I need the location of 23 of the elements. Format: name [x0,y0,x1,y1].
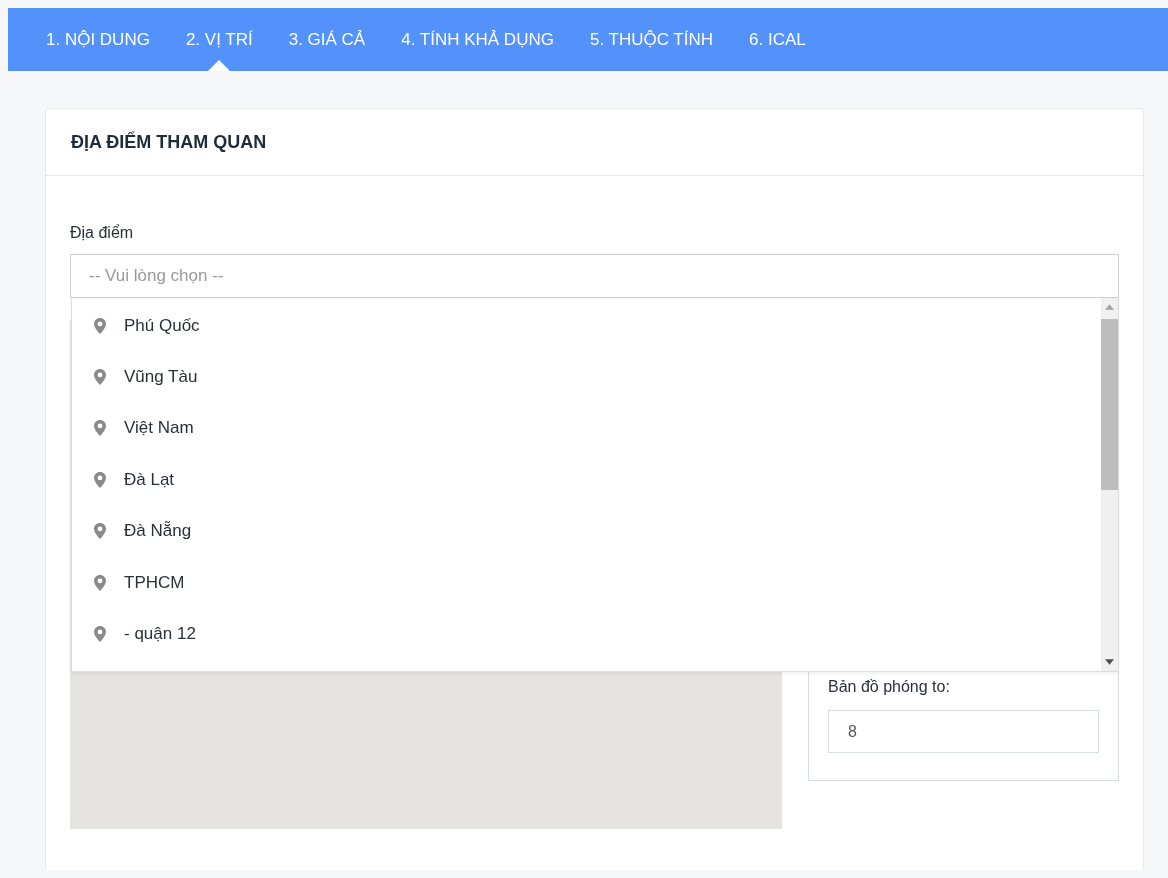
zoom-input-field[interactable]: 8 [828,710,1099,753]
scroll-up-icon[interactable] [1105,304,1114,310]
field-label: Địa điểm [70,224,135,242]
map-pin-icon [94,471,106,488]
dropdown-option[interactable]: Đà Nẵng [72,505,1101,557]
map-pin-icon [94,369,106,386]
dropdown-option[interactable]: Việt Nam [72,402,1101,455]
section-title: ĐỊA ĐIỂM THAM QUAN [71,131,267,153]
dropdown-option[interactable]: Phú Quốc [72,300,1101,352]
location-select-field[interactable]: -- Vui lòng chọn -- [70,254,1119,298]
map-pin-icon [94,420,106,437]
map-pin-icon [94,574,106,591]
dropdown-option[interactable]: Vũng Tàu [72,351,1101,403]
scroll-down-icon[interactable] [1105,659,1114,665]
map-pin-icon [94,626,106,643]
scrollbar-thumb[interactable] [1101,319,1118,490]
map-pin-icon [94,317,106,334]
dropdown-option[interactable]: - quận 12 [72,608,1101,660]
scrollbar[interactable] [1101,298,1118,671]
dropdown-option[interactable]: TPHCM [72,556,1101,609]
field-label: Bản đồ phóng to: [828,678,951,696]
map-pin-icon [94,523,106,540]
dropdown-option[interactable]: Đà Lạt [72,454,1101,506]
